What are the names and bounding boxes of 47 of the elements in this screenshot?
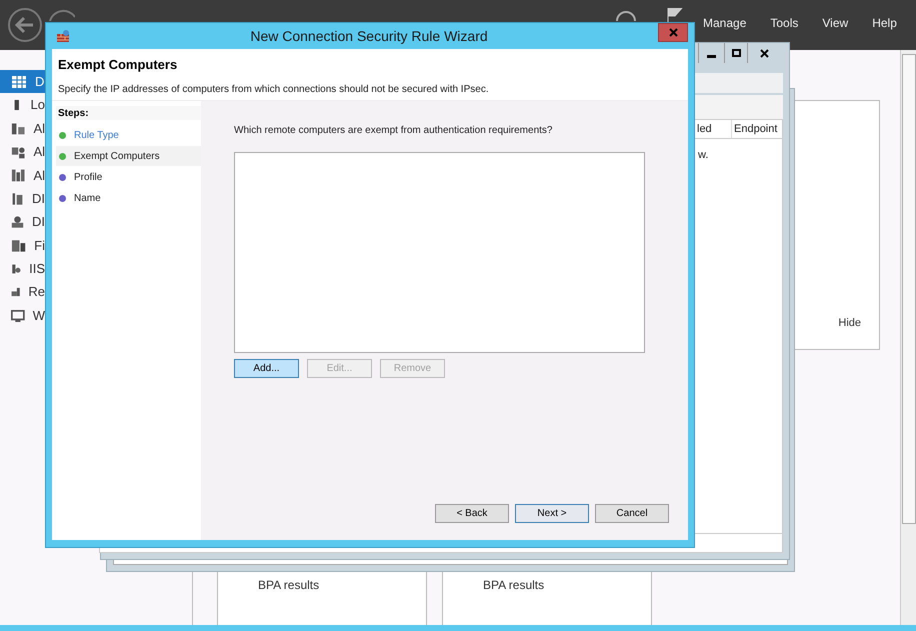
server-role-icon	[11, 167, 26, 184]
refresh-icon[interactable]	[615, 10, 637, 21]
sidebar-item[interactable]: Re	[0, 280, 45, 304]
step-item[interactable]: Name	[56, 188, 201, 208]
firewall-icon	[56, 29, 70, 43]
sidebar-item[interactable]: Al	[0, 140, 45, 164]
page-description: Specify the IP addresses of computers from which connections should not be secured with IPsec.	[58, 82, 490, 96]
step-item[interactable]: Profile	[56, 167, 201, 187]
tile-label: BPA results	[483, 578, 544, 592]
nav-button[interactable]: Cancel	[595, 504, 669, 523]
sidebar-item[interactable]: Al	[0, 164, 45, 187]
server-role-icon	[11, 190, 24, 207]
sidebar-item[interactable]: Al	[0, 116, 45, 140]
steps-label: Steps:	[58, 106, 89, 120]
menu-item[interactable]: View	[822, 14, 848, 32]
sidebar-item[interactable]: IIS	[0, 257, 45, 281]
back-icon[interactable]	[7, 7, 43, 43]
sidebar-item[interactable]: DI	[0, 210, 45, 234]
page-heading: Exempt Computers	[58, 56, 178, 74]
close-icon	[760, 48, 768, 58]
list-button[interactable]: Add...	[234, 359, 299, 378]
step-item[interactable]: Rule Type	[56, 125, 201, 145]
nav-button[interactable]: < Back	[435, 504, 509, 523]
column-header[interactable]: led	[696, 120, 732, 138]
sidebar-item[interactable]: D	[0, 70, 45, 94]
sidebar-item[interactable]: Fi	[0, 234, 45, 258]
server-role-icon	[11, 74, 27, 90]
nav-button[interactable]: Next >	[515, 504, 589, 523]
tile-label: BPA results	[258, 578, 320, 592]
scrollbar[interactable]	[900, 50, 916, 625]
maximize-button[interactable]	[724, 43, 748, 63]
hide-link[interactable]: Hide	[838, 314, 861, 331]
flag-icon[interactable]	[667, 8, 683, 22]
menu-item[interactable]: Manage	[703, 14, 746, 32]
sidebar-item[interactable]: Lo	[0, 93, 45, 117]
server-role-icon	[11, 308, 25, 324]
window-title: New Connection Security Rule Wizard	[249, 26, 489, 46]
server-role-icon	[11, 214, 24, 230]
list-text: w.	[698, 148, 710, 163]
question-text: Which remote computers are exempt from authentication requirements?	[234, 124, 554, 138]
menu-item[interactable]: Help	[872, 14, 897, 32]
column-header[interactable]: Endpoint	[732, 120, 782, 138]
close-icon	[668, 28, 678, 37]
step-item[interactable]: Exempt Computers	[56, 146, 201, 166]
sidebar-item[interactable]: DI	[0, 186, 45, 210]
sidebar-item[interactable]: W	[0, 304, 45, 328]
menu-item[interactable]: Tools	[770, 14, 798, 32]
